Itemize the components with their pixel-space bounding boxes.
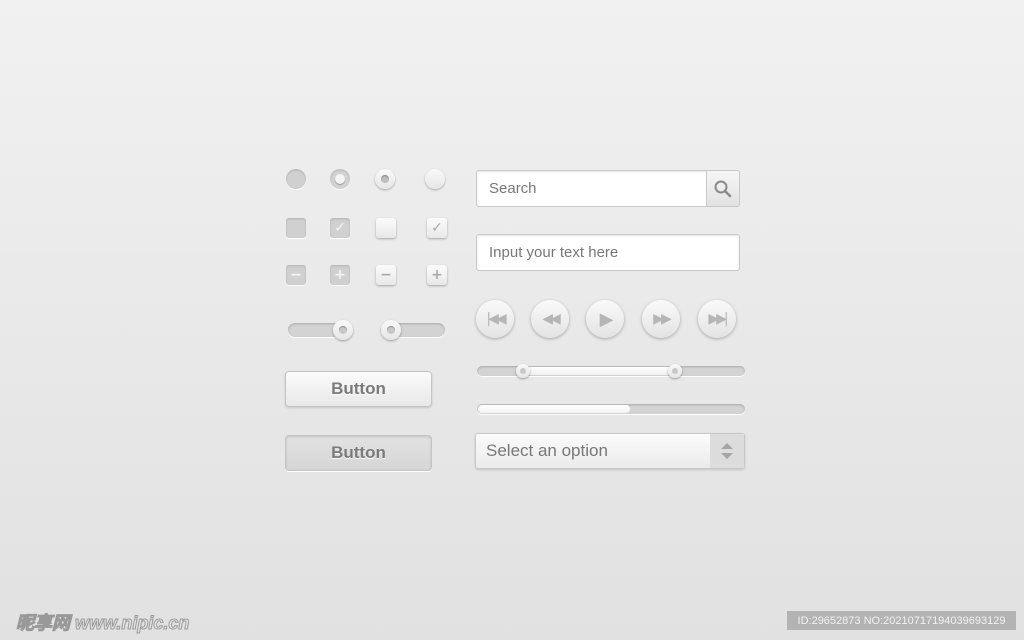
check-icon: ✓ xyxy=(334,220,346,236)
search-icon xyxy=(714,180,732,197)
radio-2[interactable] xyxy=(330,169,350,189)
rewind-button[interactable]: ◀◀ xyxy=(531,300,569,338)
rewind-icon: ◀◀ xyxy=(542,311,560,327)
minus-icon: − xyxy=(380,267,392,283)
plus-icon: + xyxy=(431,267,443,283)
plus-button-1[interactable]: + xyxy=(330,265,350,285)
plus-icon: + xyxy=(334,267,346,283)
watermark-logo: 昵享网 www.nipic.cn xyxy=(15,613,190,634)
slider-2-thumb[interactable] xyxy=(381,320,401,340)
progress-fill xyxy=(478,405,630,413)
button-pressed[interactable]: Button xyxy=(285,435,432,471)
minus-icon: − xyxy=(290,267,302,283)
slider-1-thumb[interactable] xyxy=(333,320,353,340)
plus-button-2[interactable]: + xyxy=(427,265,447,285)
watermark-id: ID:29652873 NO:20210717194039693129 xyxy=(787,611,1016,630)
range-slider-low-thumb[interactable] xyxy=(515,364,530,378)
search-button[interactable] xyxy=(706,170,740,207)
radio-3[interactable] xyxy=(375,169,395,189)
checkbox-4[interactable]: ✓ xyxy=(427,218,447,238)
text-input[interactable]: Input your text here xyxy=(476,234,740,271)
minus-button-2[interactable]: − xyxy=(376,265,396,285)
select-dropdown[interactable]: Select an option xyxy=(475,433,745,469)
play-button[interactable]: ▶ xyxy=(586,300,624,338)
skip-forward-button[interactable]: ▶▶| xyxy=(698,300,736,338)
skip-back-button[interactable]: |◀◀ xyxy=(476,300,514,338)
skip-back-icon: |◀◀ xyxy=(486,311,506,327)
button-normal[interactable]: Button xyxy=(285,371,432,407)
play-icon: ▶ xyxy=(599,308,614,330)
radio-4[interactable] xyxy=(425,169,445,189)
fast-forward-button[interactable]: ▶▶ xyxy=(642,300,680,338)
minus-button-1[interactable]: − xyxy=(286,265,306,285)
checkbox-1[interactable] xyxy=(286,218,306,238)
fast-forward-icon: ▶▶ xyxy=(653,311,671,327)
search-input[interactable]: Search xyxy=(476,170,740,207)
check-icon: ✓ xyxy=(431,220,443,236)
checkbox-3[interactable] xyxy=(376,218,396,238)
select-arrows xyxy=(710,434,744,468)
radio-1[interactable] xyxy=(286,169,306,189)
skip-forward-icon: ▶▶| xyxy=(708,311,728,327)
up-down-arrows-icon xyxy=(721,443,733,459)
checkbox-2[interactable]: ✓ xyxy=(330,218,350,238)
range-slider-fill xyxy=(522,367,676,375)
